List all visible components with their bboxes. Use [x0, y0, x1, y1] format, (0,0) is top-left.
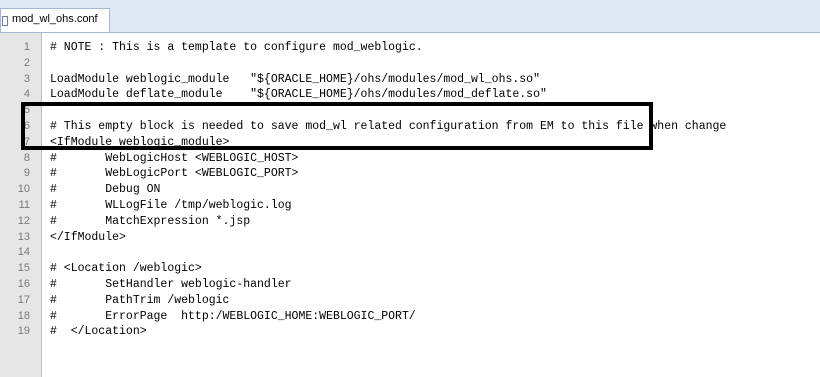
file-icon	[2, 16, 8, 26]
line-number: 17	[17, 293, 30, 306]
code-line-text[interactable]: # This empty block is needed to save mod…	[50, 119, 726, 134]
code-line-text[interactable]: LoadModule deflate_module "${ORACLE_HOME…	[50, 87, 547, 102]
code-line[interactable]: 5	[0, 103, 820, 118]
code-line[interactable]: 2	[0, 56, 820, 71]
code-line-text[interactable]: # <Location /weblogic>	[50, 261, 202, 276]
code-line[interactable]: 17 # PathTrim /weblogic	[0, 293, 820, 308]
line-number: 13	[17, 230, 30, 243]
code-line[interactable]: 19 # </Location>	[0, 324, 820, 339]
line-number: 14	[17, 246, 30, 259]
code-line[interactable]: 4 LoadModule deflate_module "${ORACLE_HOM…	[0, 87, 820, 102]
line-number: 8	[23, 151, 30, 164]
line-number: 7	[23, 135, 30, 148]
code-line[interactable]: 9 # WebLogicPort <WEBLOGIC_PORT>	[0, 166, 820, 181]
line-number: 11	[18, 199, 30, 211]
code-line[interactable]: 1 # NOTE : This is a template to configur…	[0, 40, 820, 55]
code-line-text[interactable]: # Debug ON	[50, 182, 160, 197]
line-number: 19	[17, 325, 30, 338]
editor-content[interactable]: 1 # NOTE : This is a template to configur…	[0, 33, 820, 377]
line-number: 5	[23, 104, 30, 117]
code-line[interactable]: 10 # Debug ON	[0, 182, 820, 197]
code-line[interactable]: 16 # SetHandler weblogic-handler	[0, 277, 820, 292]
line-number: 9	[23, 167, 30, 180]
line-number: 12	[17, 214, 30, 227]
line-number: 1	[23, 41, 30, 53]
code-line-text[interactable]: </IfModule>	[50, 230, 126, 245]
code-line-text[interactable]: # WebLogicHost <WEBLOGIC_HOST>	[50, 151, 298, 166]
tab-bar: mod_wl_ohs.conf	[0, 0, 820, 33]
code-line-text[interactable]: LoadModule weblogic_module "${ORACLE_HOM…	[50, 72, 540, 87]
code-line-text[interactable]: # MatchExpression *.jsp	[50, 214, 250, 229]
line-number: 15	[17, 262, 30, 275]
code-line[interactable]: 6 # This empty block is needed to save mo…	[0, 119, 820, 134]
line-number: 2	[23, 56, 30, 69]
line-number: 3	[23, 72, 30, 85]
line-number: 4	[23, 88, 30, 101]
code-line-text[interactable]: # </Location>	[50, 324, 147, 339]
code-line[interactable]: 14	[0, 245, 820, 260]
code-line[interactable]: 7 <IfModule weblogic_module>	[0, 135, 820, 150]
text-editor-window: mod_wl_ohs.conf 1 # NOTE : This is a temp…	[0, 0, 820, 377]
code-line[interactable]: 13 </IfModule>	[0, 230, 820, 245]
file-tab-label: mod_wl_ohs.conf	[12, 13, 98, 25]
code-line-text[interactable]: # ErrorPage http:/WEBLOGIC_HOME:WEBLOGIC…	[50, 309, 416, 324]
code-line-text[interactable]: # PathTrim /weblogic	[50, 293, 229, 308]
code-line[interactable]: 12 # MatchExpression *.jsp	[0, 214, 820, 229]
code-line-text[interactable]: # WebLogicPort <WEBLOGIC_PORT>	[50, 166, 298, 181]
code-line-text[interactable]: # NOTE : This is a template to configure…	[50, 40, 423, 55]
line-number: 6	[23, 120, 30, 132]
file-tab[interactable]: mod_wl_ohs.conf	[0, 8, 110, 32]
code-line[interactable]: 3 LoadModule weblogic_module "${ORACLE_HO…	[0, 72, 820, 87]
code-line[interactable]: 8 # WebLogicHost <WEBLOGIC_HOST>	[0, 151, 820, 166]
code-line-text[interactable]: # WLLogFile /tmp/weblogic.log	[50, 198, 292, 213]
line-number: 16	[17, 278, 30, 290]
code-line[interactable]: 11 # WLLogFile /tmp/weblogic.log	[0, 198, 820, 213]
line-number: 18	[17, 309, 30, 322]
line-number: 10	[17, 183, 30, 196]
code-line-text[interactable]: # SetHandler weblogic-handler	[50, 277, 292, 292]
code-line-text[interactable]: <IfModule weblogic_module>	[50, 135, 229, 150]
code-line[interactable]: 18 # ErrorPage http:/WEBLOGIC_HOME:WEBLOG…	[0, 309, 820, 324]
code-line[interactable]: 15 # <Location /weblogic>	[0, 261, 820, 276]
